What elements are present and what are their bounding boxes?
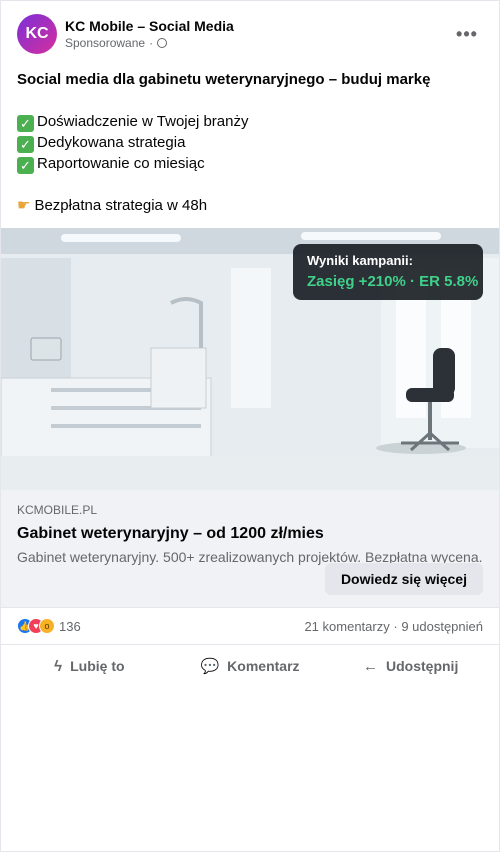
comment-label: Komentarz bbox=[227, 658, 300, 674]
check-icon: ✓ bbox=[17, 157, 34, 174]
post-meta: Sponsorowane · bbox=[65, 35, 451, 51]
offer-text: Bezpłatna strategia w 48h bbox=[34, 197, 208, 214]
check-item-label: Doświadczenie w Twojej branży bbox=[37, 113, 249, 130]
post-header-text: KC Mobile – Social Media Sponsorowane · bbox=[65, 17, 451, 51]
check-item: ✓ Dedykowana strategia bbox=[17, 132, 483, 153]
globe-icon bbox=[157, 38, 168, 48]
pointing-hand-icon: ☛ bbox=[17, 197, 31, 214]
engagement-stats: 👍 ♥ o 136 21 komentarzy · 9 udostępnień bbox=[1, 608, 499, 645]
comments-count-link[interactable]: 21 komentarzy bbox=[304, 619, 389, 634]
share-label: Udostępnij bbox=[386, 658, 459, 674]
page-name-link[interactable]: KC Mobile – Social Media bbox=[65, 17, 451, 35]
like-button[interactable]: ϟ Lubię to bbox=[9, 649, 170, 683]
ad-image[interactable]: Wyniki kampanii: Zasięg +210% · ER 5.8% bbox=[1, 228, 499, 490]
badge-title: Wyniki kampanii: bbox=[307, 253, 413, 268]
link-preview[interactable]: KCMOBILE.PL Gabinet weterynaryjny – od 1… bbox=[1, 490, 499, 608]
post-header: KC KC Mobile – Social Media Sponsorowane… bbox=[1, 1, 499, 55]
wow-reaction-icon: o bbox=[39, 618, 55, 634]
page-avatar[interactable]: KC bbox=[17, 14, 57, 54]
more-options-button[interactable]: ••• bbox=[451, 18, 483, 50]
stats-separator: · bbox=[393, 618, 398, 634]
post-headline: Social media dla gabinetu weterynaryjneg… bbox=[17, 71, 431, 88]
link-title[interactable]: Gabinet weterynaryjny – od 1200 zł/mies bbox=[17, 523, 483, 545]
learn-more-button[interactable]: Dowiedz się więcej bbox=[324, 563, 483, 595]
check-item-label: Raportowanie co miesiąc bbox=[37, 155, 205, 172]
comment-bubble-icon: 💬 bbox=[200, 658, 220, 675]
check-icon: ✓ bbox=[17, 136, 34, 153]
badge-value: Zasięg +210% · ER 5.8% bbox=[307, 273, 479, 290]
sponsored-label[interactable]: Sponsorowane bbox=[65, 35, 145, 51]
post-text: Social media dla gabinetu weterynaryjneg… bbox=[1, 55, 499, 216]
campaign-results-badge: Wyniki kampanii: Zasięg +210% · ER 5.8% bbox=[293, 244, 483, 300]
comments-shares: 21 komentarzy · 9 udostępnień bbox=[304, 619, 483, 634]
check-icon: ✓ bbox=[17, 115, 34, 132]
shares-count-link[interactable]: 9 udostępnień bbox=[401, 619, 483, 634]
check-item: ✓ Raportowanie co miesiąc bbox=[17, 153, 483, 174]
action-bar: ϟ Lubię to 💬 Komentarz ← Udostępnij bbox=[1, 645, 499, 687]
like-label: Lubię to bbox=[70, 658, 125, 674]
offer-line: ☛ Bezpłatna strategia w 48h bbox=[17, 195, 483, 216]
share-arrow-icon: ← bbox=[363, 657, 378, 675]
check-item: ✓ Doświadczenie w Twojej branży bbox=[17, 111, 483, 132]
check-item-label: Dedykowana strategia bbox=[37, 134, 186, 151]
sponsored-post: KC KC Mobile – Social Media Sponsorowane… bbox=[0, 0, 500, 852]
meta-separator: · bbox=[149, 36, 154, 50]
lightning-icon: ϟ bbox=[54, 657, 63, 675]
reaction-count: 136 bbox=[59, 618, 81, 634]
comment-button[interactable]: 💬 Komentarz bbox=[170, 649, 331, 683]
link-domain: KCMOBILE.PL bbox=[17, 503, 98, 517]
share-button[interactable]: ← Udostępnij bbox=[330, 649, 491, 683]
reactions-summary[interactable]: 👍 ♥ o 136 bbox=[17, 618, 81, 634]
